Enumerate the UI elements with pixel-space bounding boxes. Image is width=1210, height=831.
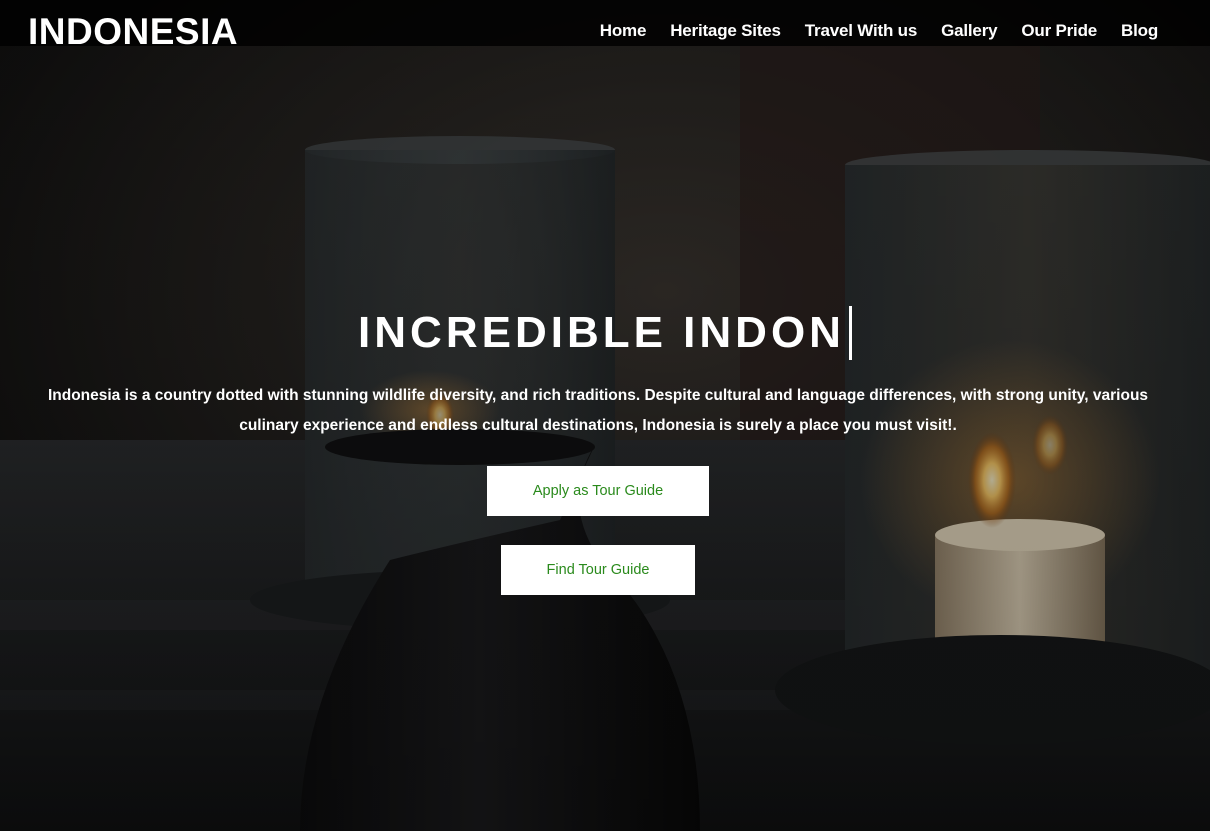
hero-content: INCREDIBLE INDON Indonesia is a country … [0,0,1210,831]
hero-section: INDONESIA Home Heritage Sites Travel Wit… [0,0,1210,831]
main-nav: Home Heritage Sites Travel With us Galle… [576,20,1158,42]
nav-link-our-pride[interactable]: Our Pride [1021,20,1097,42]
headline-container: INCREDIBLE INDON [0,306,1210,360]
nav-link-travel-with-us[interactable]: Travel With us [805,20,918,42]
top-navigation-bar: INDONESIA Home Heritage Sites Travel Wit… [0,0,1210,52]
apply-tour-guide-button[interactable]: Apply as Tour Guide [487,466,709,516]
hero-description: Indonesia is a country dotted with stunn… [47,387,1149,434]
hero-headline-typewriter: INCREDIBLE INDON [358,306,852,360]
find-tour-guide-button[interactable]: Find Tour Guide [501,545,695,595]
nav-link-gallery[interactable]: Gallery [941,20,997,42]
site-logo[interactable]: INDONESIA [28,10,238,54]
nav-link-heritage-sites[interactable]: Heritage Sites [670,20,781,42]
nav-link-home[interactable]: Home [600,20,647,42]
nav-link-blog[interactable]: Blog [1121,20,1158,42]
